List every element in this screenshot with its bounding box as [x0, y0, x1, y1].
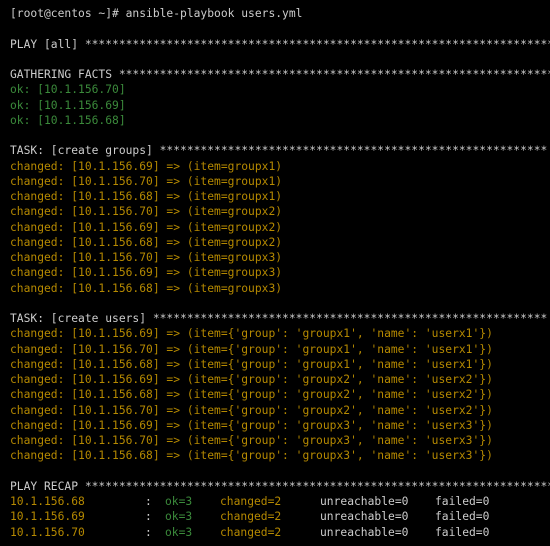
task-user-line: changed: [10.1.156.68] => (item={'group'… — [10, 387, 540, 402]
gathering-line: ok: [10.1.156.68] — [10, 113, 540, 128]
task-groups-output: changed: [10.1.156.69] => (item=groupx1)… — [10, 159, 540, 296]
task-group-line: changed: [10.1.156.70] => (item=groupx3) — [10, 250, 540, 265]
task-group-line: changed: [10.1.156.70] => (item=groupx2) — [10, 204, 540, 219]
play-header: PLAY [all] *****************************… — [10, 37, 540, 52]
gathering-line: ok: [10.1.156.69] — [10, 98, 540, 113]
blank — [10, 296, 540, 311]
shell-prompt: [root@centos ~]# ansible-playbook users.… — [10, 6, 540, 21]
recap-failed: failed=0 — [435, 494, 515, 509]
recap-changed: changed=2 — [220, 494, 320, 509]
recap-unreachable: unreachable=0 — [320, 494, 435, 509]
recap-ok: ok=3 — [165, 494, 220, 509]
recap-header: PLAY RECAP *****************************… — [10, 479, 540, 494]
gathering-line: ok: [10.1.156.70] — [10, 82, 540, 97]
task-user-line: changed: [10.1.156.69] => (item={'group'… — [10, 372, 540, 387]
recap-changed: changed=2 — [220, 525, 320, 540]
task-user-line: changed: [10.1.156.68] => (item={'group'… — [10, 357, 540, 372]
blank — [10, 21, 540, 36]
task-users-output: changed: [10.1.156.69] => (item={'group'… — [10, 326, 540, 463]
play-recap-output: 10.1.156.68:ok=3changed=2unreachable=0fa… — [10, 494, 540, 540]
task-group-line: changed: [10.1.156.70] => (item=groupx1) — [10, 174, 540, 189]
task-group-line: changed: [10.1.156.68] => (item=groupx1) — [10, 189, 540, 204]
task-user-line: changed: [10.1.156.69] => (item={'group'… — [10, 418, 540, 433]
task-user-line: changed: [10.1.156.70] => (item={'group'… — [10, 433, 540, 448]
blank — [10, 52, 540, 67]
recap-sep: : — [145, 494, 165, 509]
task-user-line: changed: [10.1.156.68] => (item={'group'… — [10, 448, 540, 463]
recap-failed: failed=0 — [435, 525, 515, 540]
gathering-facts-output: ok: [10.1.156.70]ok: [10.1.156.69]ok: [1… — [10, 82, 540, 128]
recap-ok: ok=3 — [165, 525, 220, 540]
gathering-header: GATHERING FACTS ************************… — [10, 67, 540, 82]
recap-row: 10.1.156.70:ok=3changed=2unreachable=0fa… — [10, 525, 540, 540]
recap-unreachable: unreachable=0 — [320, 525, 435, 540]
task-group-line: changed: [10.1.156.68] => (item=groupx2) — [10, 235, 540, 250]
recap-row: 10.1.156.68:ok=3changed=2unreachable=0fa… — [10, 494, 540, 509]
recap-sep: : — [145, 525, 165, 540]
task-groups-header: TASK: [create groups] ******************… — [10, 143, 540, 158]
task-group-line: changed: [10.1.156.69] => (item=groupx2) — [10, 220, 540, 235]
recap-sep: : — [145, 509, 165, 524]
recap-row: 10.1.156.69:ok=3changed=2unreachable=0fa… — [10, 509, 540, 524]
task-group-line: changed: [10.1.156.68] => (item=groupx3) — [10, 281, 540, 296]
recap-ok: ok=3 — [165, 509, 220, 524]
recap-host: 10.1.156.68 — [10, 494, 145, 509]
blank — [10, 464, 540, 479]
recap-changed: changed=2 — [220, 509, 320, 524]
task-users-header: TASK: [create users] *******************… — [10, 311, 540, 326]
recap-unreachable: unreachable=0 — [320, 509, 435, 524]
blank — [10, 128, 540, 143]
task-user-line: changed: [10.1.156.70] => (item={'group'… — [10, 403, 540, 418]
recap-host: 10.1.156.69 — [10, 509, 145, 524]
task-user-line: changed: [10.1.156.70] => (item={'group'… — [10, 342, 540, 357]
task-group-line: changed: [10.1.156.69] => (item=groupx3) — [10, 265, 540, 280]
recap-failed: failed=0 — [435, 509, 515, 524]
task-group-line: changed: [10.1.156.69] => (item=groupx1) — [10, 159, 540, 174]
recap-host: 10.1.156.70 — [10, 525, 145, 540]
task-user-line: changed: [10.1.156.69] => (item={'group'… — [10, 326, 540, 341]
